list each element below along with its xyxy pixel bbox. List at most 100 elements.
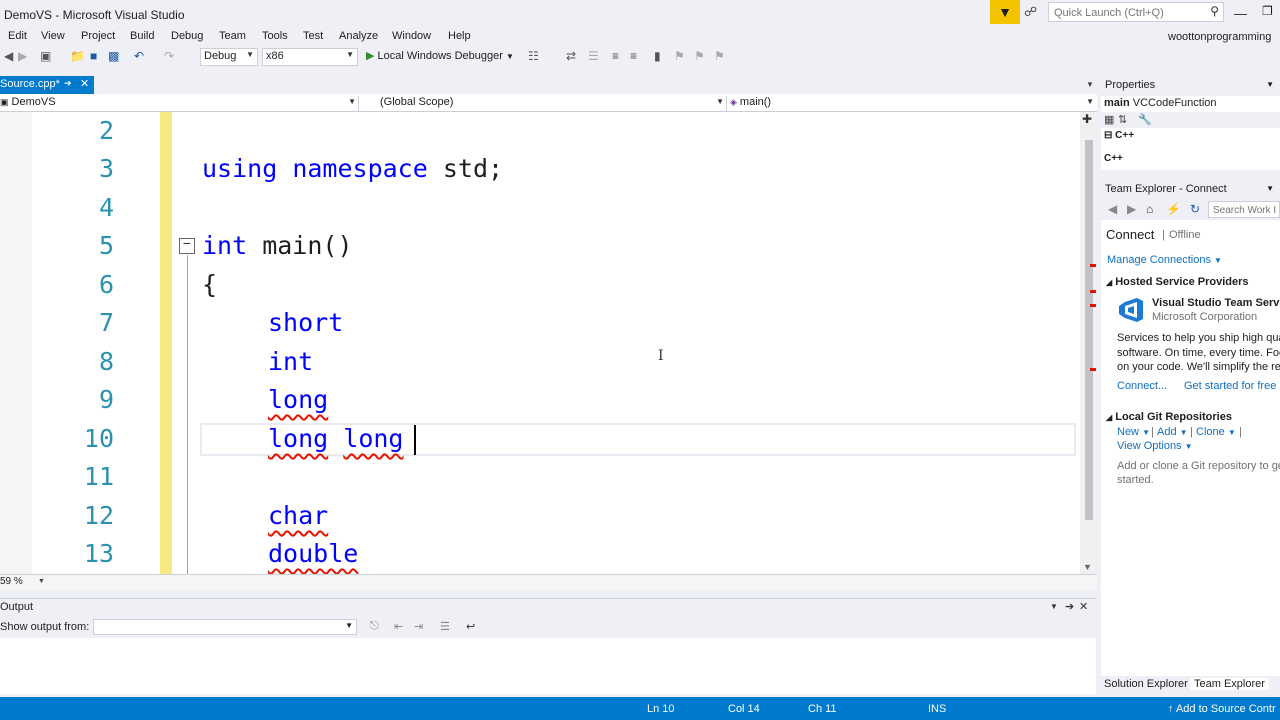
split-icon[interactable]: ✚ <box>1082 112 1092 126</box>
platform-dropdown[interactable]: x86 ▼ <box>262 48 358 66</box>
error-marker[interactable] <box>1090 290 1096 293</box>
vsts-corp: Microsoft Corporation <box>1152 311 1258 323</box>
feedback-icon[interactable]: ☍ <box>1024 4 1037 20</box>
git-add-link[interactable]: Add ▼ <box>1157 426 1188 438</box>
property-grid[interactable]: ⊟ C++ C++ <box>1101 128 1280 170</box>
property-pages-icon[interactable]: 🔧 <box>1138 113 1152 126</box>
menu-edit[interactable]: Edit <box>8 30 27 42</box>
format-icon[interactable]: ☰ <box>588 49 599 63</box>
chevron-down-icon[interactable]: ▼ <box>1266 80 1274 89</box>
undo-icon[interactable]: ↶ <box>134 49 144 63</box>
close-icon[interactable]: ✕ <box>80 77 89 90</box>
property-category[interactable]: ⊟ C++ <box>1104 130 1134 141</box>
vertical-scrollbar[interactable]: ✚ ▼ <box>1080 112 1098 574</box>
scroll-down-icon[interactable]: ▼ <box>1083 562 1092 572</box>
error-marker[interactable] <box>1090 264 1096 267</box>
open-file-icon[interactable]: 📁 <box>70 49 85 63</box>
pin-icon[interactable]: ➔ <box>1065 600 1074 613</box>
bookmark-icon[interactable]: ▮ <box>654 49 661 63</box>
horizontal-scrollbar[interactable] <box>0 574 1098 590</box>
menu-team[interactable]: Team <box>219 30 246 42</box>
manage-connections-link[interactable]: Manage Connections ▼ <box>1107 254 1222 266</box>
collapse-icon[interactable]: − <box>179 238 195 254</box>
menu-build[interactable]: Build <box>130 30 154 42</box>
scope-dropdown[interactable]: (Global Scope) ▼ <box>364 96 727 112</box>
properties-object-selector[interactable]: main VCCodeFunction <box>1101 96 1280 112</box>
find-icon[interactable]: ☷ <box>528 49 539 63</box>
error-marker[interactable] <box>1090 368 1096 371</box>
work-item-search[interactable] <box>1208 201 1280 219</box>
start-debugger-button[interactable]: ▶ Local Windows Debugger ▼ <box>366 49 514 62</box>
menu-project[interactable]: Project <box>81 30 115 42</box>
menu-help[interactable]: Help <box>448 30 471 42</box>
next-bookmark-icon[interactable]: ⚑ <box>694 49 705 63</box>
project-dropdown[interactable]: ▣ DemoVS ▼ <box>0 96 359 112</box>
git-new-link[interactable]: New ▼ <box>1117 426 1150 438</box>
output-source-dropdown[interactable]: ▼ <box>93 619 357 635</box>
next-message-icon[interactable]: ⇥ <box>414 620 423 633</box>
search-icon[interactable]: ⚲ <box>1210 4 1219 18</box>
menu-window[interactable]: Window <box>392 30 431 42</box>
back-icon[interactable]: ◀ <box>4 49 13 63</box>
chevron-down-icon[interactable]: ▼ <box>1266 184 1274 193</box>
keyword: int <box>202 231 248 260</box>
source-control-button[interactable]: ↑ Add to Source Contr <box>1168 703 1276 715</box>
chevron-down-icon[interactable]: ▼ <box>38 578 45 585</box>
menu-analyze[interactable]: Analyze <box>339 30 378 42</box>
get-started-link[interactable]: Get started for free <box>1184 380 1276 392</box>
uncomment-icon[interactable]: ≡ <box>630 49 637 63</box>
tab-overflow-icon[interactable]: ▼ <box>1086 80 1094 89</box>
clear-bookmarks-icon[interactable]: ⚑ <box>714 49 725 63</box>
word-wrap-icon[interactable]: ↩ <box>466 620 475 633</box>
step-icon[interactable]: ⇄ <box>566 49 576 63</box>
back-icon[interactable]: ◀ <box>1108 202 1117 216</box>
quick-launch[interactable]: ⚲ <box>1048 2 1224 22</box>
restore-button[interactable]: ❐ <box>1262 4 1273 18</box>
menu-tools[interactable]: Tools <box>262 30 288 42</box>
tab-solution-explorer[interactable]: Solution Explorer <box>1104 678 1188 690</box>
panel-splitter[interactable] <box>1097 68 1100 694</box>
refresh-icon[interactable]: ↻ <box>1190 202 1200 216</box>
glyph-margin[interactable] <box>0 112 32 574</box>
tab-source-cpp[interactable]: Source.cpp* ➔ ✕ <box>0 76 94 94</box>
forward-icon[interactable]: ▶ <box>1127 202 1136 216</box>
menu-view[interactable]: View <box>41 30 65 42</box>
save-icon[interactable]: ■ <box>90 49 97 63</box>
work-item-search-input[interactable] <box>1211 202 1280 219</box>
config-dropdown[interactable]: Debug ▼ <box>200 48 258 66</box>
minimize-button[interactable]: — <box>1234 6 1247 21</box>
comment-icon[interactable]: ≡ <box>612 49 619 63</box>
member-dropdown[interactable]: ◈ main() ▼ <box>730 96 1096 112</box>
view-options-link[interactable]: View Options ▼ <box>1117 440 1193 452</box>
pin-icon[interactable]: ➔ <box>64 78 72 89</box>
zoom-level[interactable]: 59 % <box>0 576 23 587</box>
prev-bookmark-icon[interactable]: ⚑ <box>674 49 685 63</box>
user-account[interactable]: woottonprogramming <box>1168 31 1271 43</box>
output-content[interactable] <box>0 638 1096 694</box>
home-icon[interactable]: ⌂ <box>1146 202 1153 216</box>
collapse-icon[interactable]: ⊟ <box>1104 130 1112 141</box>
hosted-providers-header[interactable]: ◢ Hosted Service Providers <box>1106 276 1249 288</box>
prev-message-icon[interactable]: ⇤ <box>394 620 403 633</box>
git-clone-link[interactable]: Clone ▼ <box>1196 426 1236 438</box>
categorized-icon[interactable]: ▦ <box>1104 113 1114 126</box>
error-marker[interactable] <box>1090 304 1096 307</box>
chevron-down-icon[interactable]: ▼ <box>1050 602 1058 611</box>
notification-filter-icon[interactable]: ▼ <box>990 0 1020 24</box>
scrollbar-thumb[interactable] <box>1085 140 1093 520</box>
close-icon[interactable]: ✕ <box>1079 600 1088 613</box>
quick-launch-input[interactable] <box>1052 4 1206 22</box>
save-all-icon[interactable]: ▩ <box>108 49 119 63</box>
forward-icon[interactable]: ▶ <box>18 49 27 63</box>
new-project-icon[interactable]: ▣ <box>40 49 51 63</box>
clear-all-icon[interactable]: ☰ <box>440 620 450 633</box>
menu-debug[interactable]: Debug <box>171 30 203 42</box>
connect-plug-icon[interactable]: ⚡ <box>1166 202 1181 216</box>
connect-link[interactable]: Connect... <box>1117 380 1167 392</box>
menu-test[interactable]: Test <box>303 30 323 42</box>
local-git-header[interactable]: ◢ Local Git Repositories <box>1106 411 1232 423</box>
tab-team-explorer[interactable]: Team Explorer <box>1190 678 1269 690</box>
find-message-icon[interactable]: ⎋ <box>370 620 379 633</box>
redo-icon[interactable]: ↷ <box>164 49 174 63</box>
alphabetical-icon[interactable]: ⇅ <box>1118 113 1127 126</box>
